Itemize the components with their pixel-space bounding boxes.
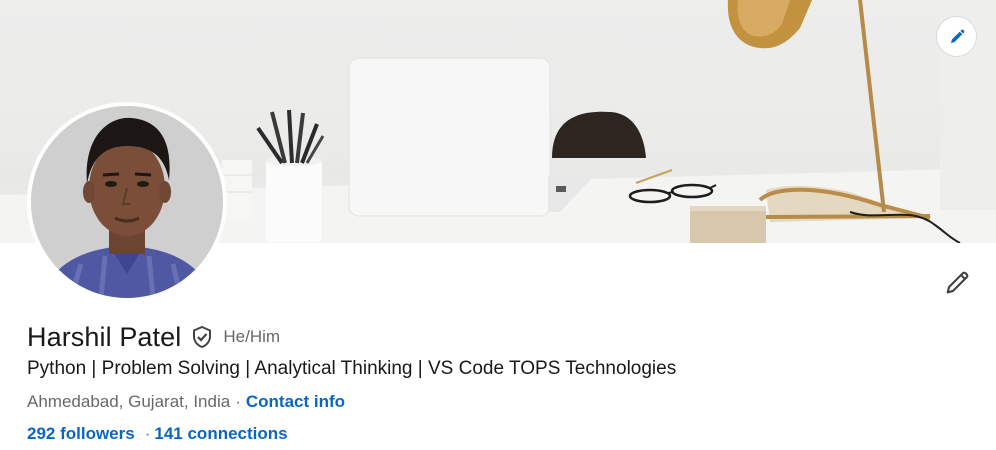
edit-banner-button[interactable] — [937, 17, 976, 56]
profile-name: Harshil Patel — [27, 321, 182, 352]
name-row: Harshil Patel He/Him — [27, 318, 280, 356]
avatar-photo — [31, 106, 223, 298]
stats-separator: · — [144, 424, 151, 443]
pencil-icon — [946, 271, 969, 294]
shield-check-icon — [193, 325, 212, 349]
profile-pronouns: He/Him — [223, 327, 281, 346]
profile-card: Harshil Patel He/Him Python | Problem So… — [0, 0, 996, 450]
location-separator: · — [235, 392, 241, 411]
pencil-icon — [950, 29, 964, 43]
verification-badge[interactable] — [190, 325, 214, 349]
stats-row: 292 followers · 141 connections — [27, 424, 288, 444]
profile-location: Ahmedabad, Gujarat, India — [27, 392, 231, 411]
edit-profile-button[interactable] — [940, 266, 974, 300]
profile-avatar[interactable] — [27, 102, 227, 302]
location-row: Ahmedabad, Gujarat, India · Contact info — [27, 392, 345, 412]
connections-link[interactable]: 141 connections — [154, 424, 287, 443]
followers-link[interactable]: 292 followers — [27, 424, 135, 443]
profile-headline: Python | Problem Solving | Analytical Th… — [27, 358, 677, 379]
contact-info-link[interactable]: Contact info — [246, 392, 345, 411]
